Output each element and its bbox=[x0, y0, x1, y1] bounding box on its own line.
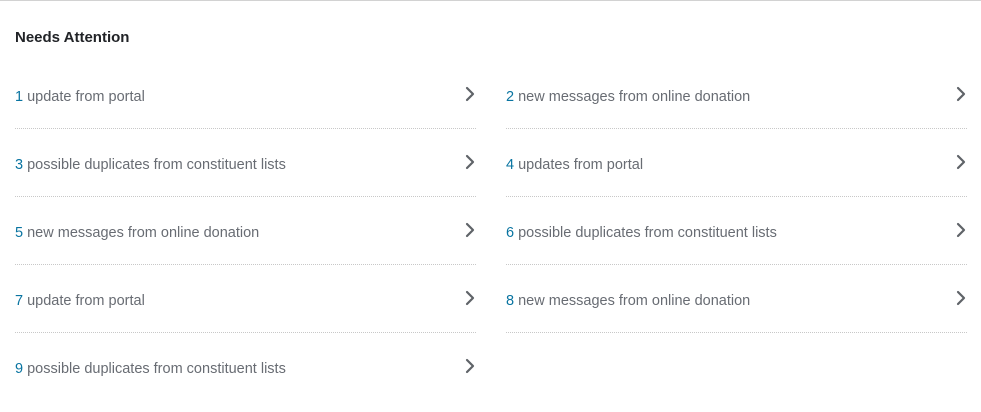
needs-attention-panel: Needs Attention 1 update from portal 2 n… bbox=[0, 0, 981, 412]
attention-item[interactable]: 2 new messages from online donation bbox=[506, 61, 967, 129]
attention-item[interactable]: 1 update from portal bbox=[15, 61, 476, 129]
chevron-right-icon[interactable] bbox=[464, 222, 476, 238]
attention-item[interactable]: 5 new messages from online donation bbox=[15, 197, 476, 265]
attention-count: 8 bbox=[506, 293, 515, 309]
attention-item[interactable]: 8 new messages from online donation bbox=[506, 265, 967, 333]
chevron-right-icon[interactable] bbox=[464, 154, 476, 170]
attention-item[interactable]: 7 update from portal bbox=[15, 265, 476, 333]
attention-item-label: 6 possible duplicates from constituent l… bbox=[506, 224, 777, 242]
chevron-right-icon[interactable] bbox=[955, 86, 967, 102]
chevron-right-icon[interactable] bbox=[464, 290, 476, 306]
attention-text: new messages from online donation bbox=[27, 225, 260, 241]
attention-list: 1 update from portal 2 new messages from… bbox=[15, 61, 967, 401]
attention-item-label: 2 new messages from online donation bbox=[506, 88, 750, 106]
attention-item[interactable]: 4 updates from portal bbox=[506, 129, 967, 197]
panel-title: Needs Attention bbox=[15, 29, 130, 46]
attention-text: new messages from online donation bbox=[518, 293, 751, 309]
attention-text: possible duplicates from constituent lis… bbox=[518, 225, 777, 241]
attention-item-label: 5 new messages from online donation bbox=[15, 224, 259, 242]
attention-text: update from portal bbox=[27, 293, 145, 309]
attention-item[interactable]: 9 possible duplicates from constituent l… bbox=[15, 333, 476, 401]
chevron-right-icon[interactable] bbox=[955, 154, 967, 170]
attention-count: 6 bbox=[506, 225, 515, 241]
attention-item-label: 1 update from portal bbox=[15, 88, 145, 106]
attention-count: 5 bbox=[15, 225, 24, 241]
attention-item[interactable]: 3 possible duplicates from constituent l… bbox=[15, 129, 476, 197]
attention-item-label: 9 possible duplicates from constituent l… bbox=[15, 360, 286, 378]
attention-text: new messages from online donation bbox=[518, 89, 751, 105]
attention-text: updates from portal bbox=[518, 157, 644, 173]
attention-text: possible duplicates from constituent lis… bbox=[27, 157, 286, 173]
attention-item-label: 4 updates from portal bbox=[506, 156, 643, 174]
attention-count: 3 bbox=[15, 157, 24, 173]
attention-item-label: 8 new messages from online donation bbox=[506, 292, 750, 310]
attention-count: 1 bbox=[15, 89, 24, 105]
attention-count: 7 bbox=[15, 293, 24, 309]
attention-count: 9 bbox=[15, 361, 24, 377]
attention-item[interactable]: 6 possible duplicates from constituent l… bbox=[506, 197, 967, 265]
attention-text: possible duplicates from constituent lis… bbox=[27, 361, 286, 377]
chevron-right-icon[interactable] bbox=[464, 358, 476, 374]
attention-count: 4 bbox=[506, 157, 515, 173]
chevron-right-icon[interactable] bbox=[955, 222, 967, 238]
chevron-right-icon[interactable] bbox=[464, 86, 476, 102]
attention-item-label: 3 possible duplicates from constituent l… bbox=[15, 156, 286, 174]
attention-count: 2 bbox=[506, 89, 515, 105]
attention-item-label: 7 update from portal bbox=[15, 292, 145, 310]
chevron-right-icon[interactable] bbox=[955, 290, 967, 306]
attention-text: update from portal bbox=[27, 89, 145, 105]
